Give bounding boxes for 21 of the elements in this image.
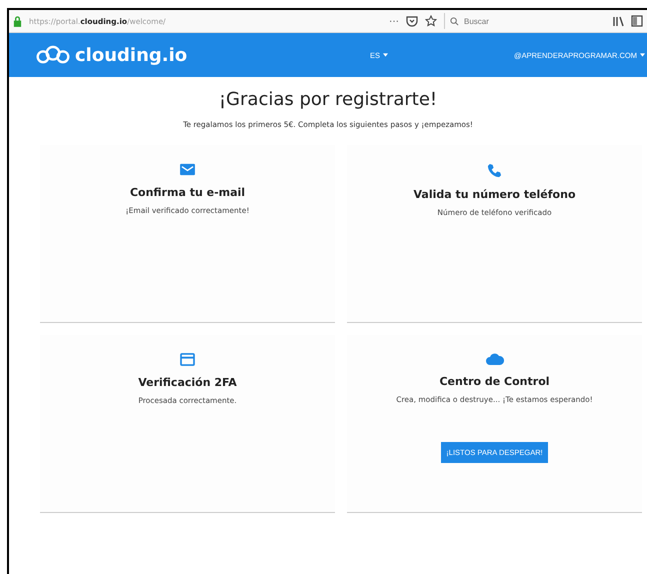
cloud-logo-icon [35,45,71,65]
cloud-icon [486,353,504,365]
envelope-icon [180,163,195,176]
credit-card-icon [180,353,195,366]
lock-icon [13,16,22,26]
caret-icon [640,53,645,57]
card-title: Valida tu número teléfono [414,188,576,201]
search-field[interactable]: Buscar [462,16,566,26]
sidebar-icon[interactable] [631,15,643,27]
card-title: Centro de Control [439,375,550,388]
card-title: Confirma tu e-mail [130,186,246,199]
phone-icon [487,163,502,178]
card-title: Verificación 2FA [138,376,237,389]
pocket-icon[interactable] [406,15,418,27]
library-icon[interactable] [612,15,624,27]
logo-text: clouding.io [75,44,188,66]
caret-icon [383,53,388,57]
search-icon [450,16,459,26]
page-title: ¡Gracias por registrarte! [218,89,438,110]
menu-button[interactable]: ··· [389,16,399,26]
star-icon[interactable] [425,15,437,27]
